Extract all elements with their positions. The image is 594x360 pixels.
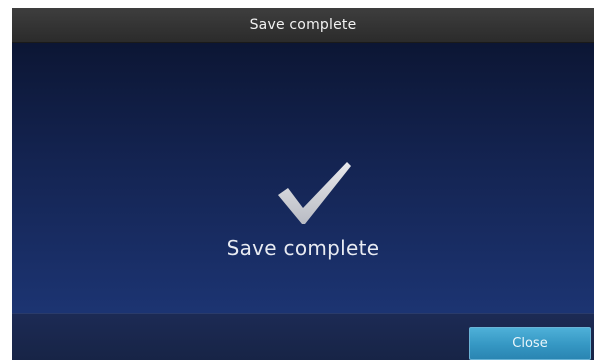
close-button[interactable]: Close	[469, 327, 591, 360]
dialog-content: Save complete	[12, 43, 594, 313]
title-bar: Save complete	[12, 8, 594, 43]
window-title: Save complete	[249, 17, 357, 33]
status-message: Save complete	[226, 236, 380, 260]
checkmark-icon	[278, 162, 351, 224]
save-complete-screen: Save complete Save complete Close	[12, 8, 594, 360]
footer-bar: Close	[12, 313, 594, 360]
